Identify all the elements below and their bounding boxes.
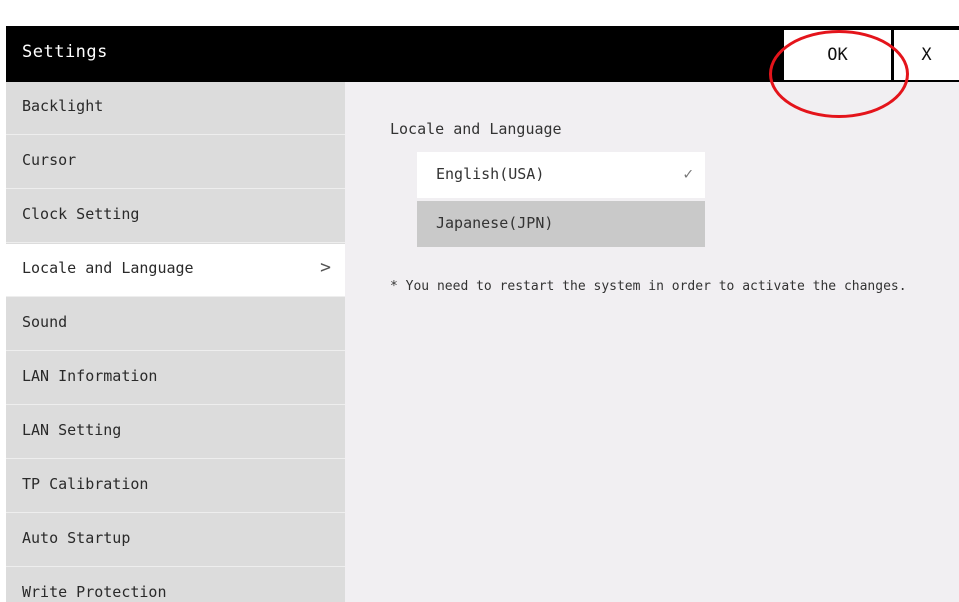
- sidebar-item-write-protection[interactable]: Write Protection: [6, 568, 345, 602]
- sidebar-item-sound[interactable]: Sound: [6, 298, 345, 351]
- language-option-label: Japanese(JPN): [436, 214, 554, 232]
- title-bar: Settings OK X: [6, 26, 959, 82]
- settings-sidebar: Backlight Cursor Clock Setting Locale an…: [6, 82, 345, 602]
- sidebar-item-label: Locale and Language: [22, 259, 194, 277]
- section-title: Locale and Language: [390, 120, 562, 138]
- sidebar-item-lan-setting[interactable]: LAN Setting: [6, 406, 345, 459]
- chevron-right-icon: >: [320, 257, 331, 278]
- sidebar-item-label: Cursor: [22, 151, 77, 169]
- sidebar-item-label: Backlight: [22, 97, 104, 115]
- restart-notice: * You need to restart the system in orde…: [390, 279, 907, 294]
- sidebar-item-label: Sound: [22, 313, 68, 331]
- sidebar-item-label: Auto Startup: [22, 529, 131, 547]
- ok-button[interactable]: OK: [784, 30, 891, 80]
- language-option-japanese[interactable]: Japanese(JPN): [417, 201, 705, 247]
- sidebar-item-auto-startup[interactable]: Auto Startup: [6, 514, 345, 567]
- sidebar-item-label: LAN Information: [22, 367, 158, 385]
- sidebar-item-label: LAN Setting: [22, 421, 122, 439]
- sidebar-item-label: Write Protection: [22, 583, 167, 601]
- sidebar-item-tp-calibration[interactable]: TP Calibration: [6, 460, 345, 513]
- language-option-label: English(USA): [436, 165, 545, 183]
- sidebar-item-locale-and-language[interactable]: Locale and Language >: [6, 244, 345, 297]
- sidebar-item-clock-setting[interactable]: Clock Setting: [6, 190, 345, 243]
- settings-content-panel: Locale and Language English(USA) ✓ Japan…: [345, 82, 959, 602]
- checkmark-icon: ✓: [683, 164, 693, 183]
- language-option-english[interactable]: English(USA) ✓: [417, 152, 705, 198]
- sidebar-item-label: TP Calibration: [22, 475, 149, 493]
- sidebar-item-lan-information[interactable]: LAN Information: [6, 352, 345, 405]
- settings-window: Settings OK X Backlight Cursor Clock Set…: [6, 26, 959, 602]
- sidebar-item-backlight[interactable]: Backlight: [6, 82, 345, 135]
- sidebar-item-label: Clock Setting: [22, 205, 140, 223]
- sidebar-item-cursor[interactable]: Cursor: [6, 136, 345, 189]
- window-title: Settings: [22, 42, 108, 62]
- close-button[interactable]: X: [894, 30, 959, 80]
